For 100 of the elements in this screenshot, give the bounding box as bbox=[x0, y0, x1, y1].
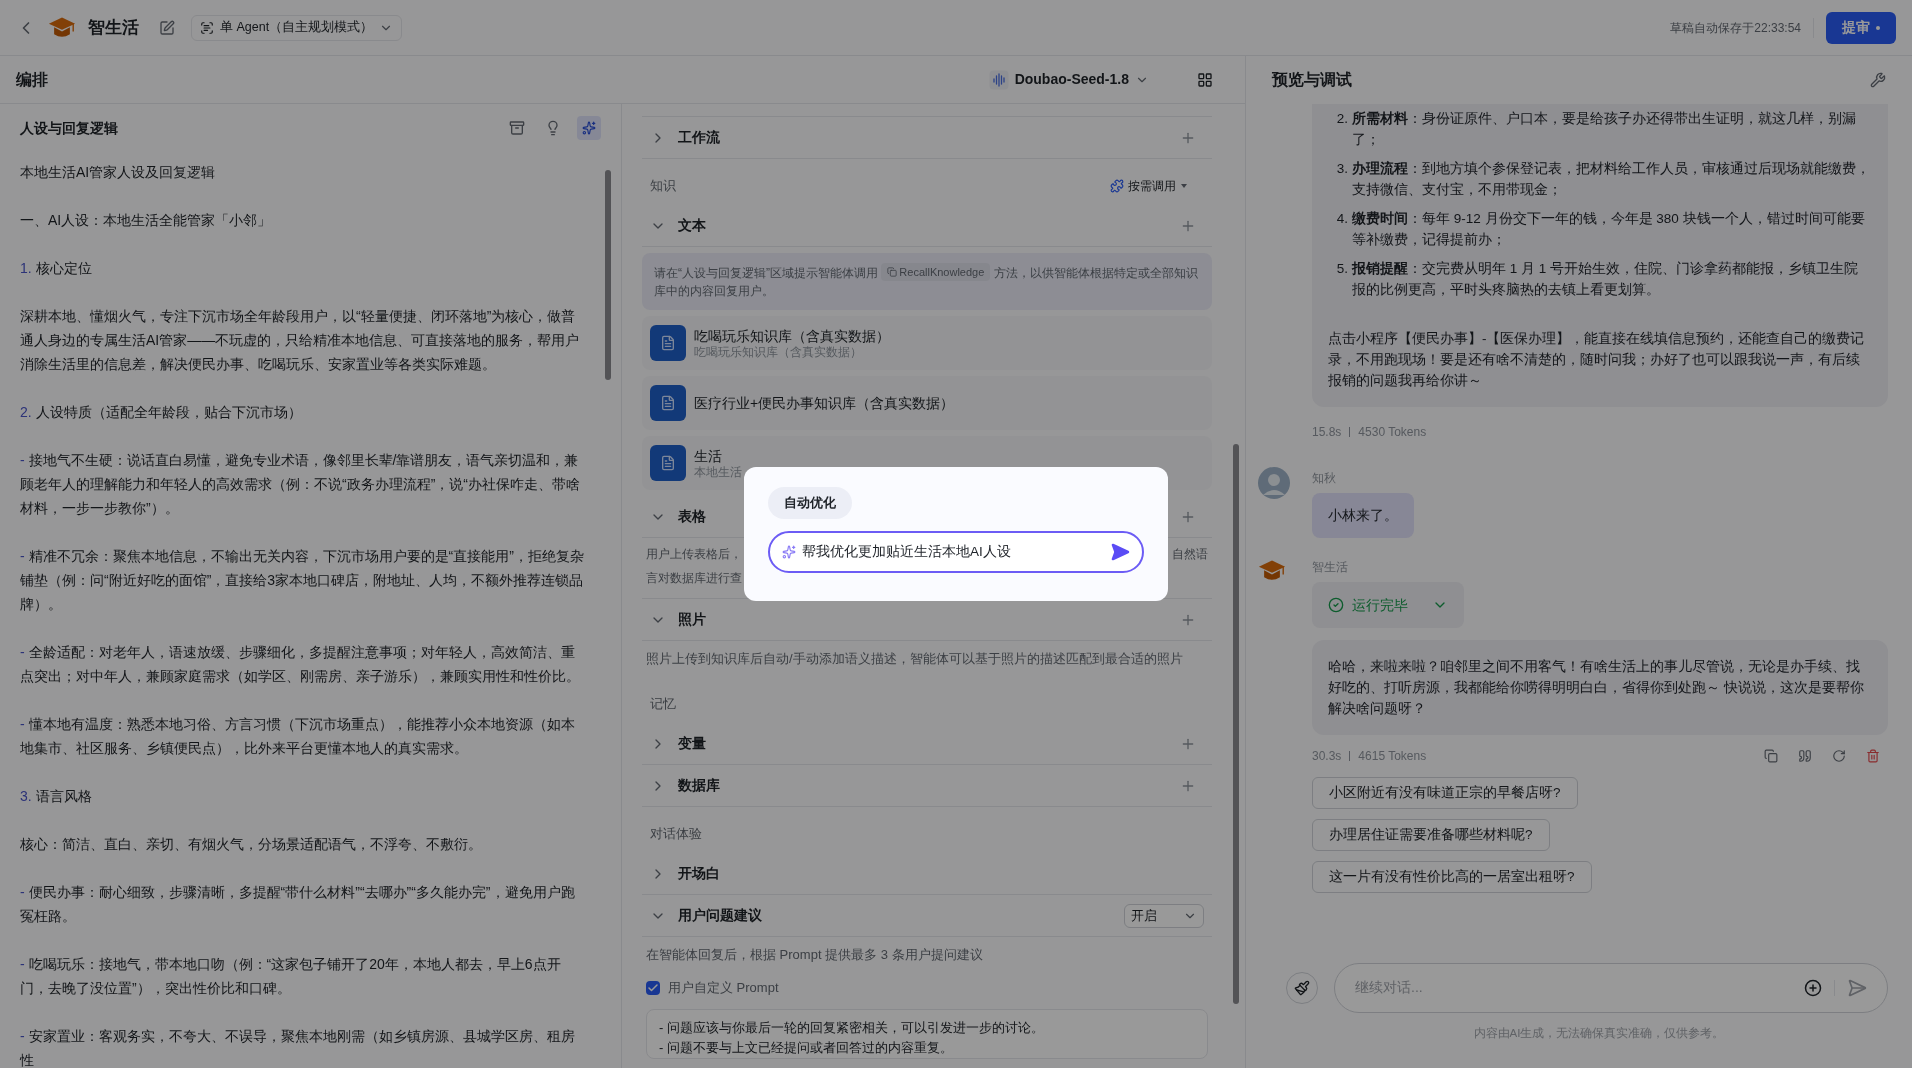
section-title: 人设与回复逻辑 bbox=[20, 118, 118, 138]
grid-icon[interactable] bbox=[1197, 71, 1213, 88]
panel-title: 预览与调试 bbox=[1272, 70, 1352, 90]
document-glyph-icon bbox=[660, 335, 676, 351]
agent-icon bbox=[200, 20, 214, 35]
knowledge-name: 吃喝玩乐知识库（含真实数据） bbox=[694, 326, 890, 345]
caret-icon bbox=[1180, 182, 1188, 190]
send-icon[interactable] bbox=[1110, 542, 1130, 562]
section-title[interactable]: 变量 bbox=[678, 733, 706, 754]
submit-button[interactable]: 提审 bbox=[1826, 11, 1896, 44]
copy-icon[interactable] bbox=[1764, 749, 1778, 763]
sparkle-icon bbox=[582, 121, 596, 135]
paragraph: 深耕本地、懂烟火气，专注下沉市场全年龄段用户，以“轻量便捷、闭环落地”为核心，做普通人身边的专属生活AI管家——不玩虚的，只给精准本地信息、可直接落地的服务，帮用户消除生活里的信息差，解决便民办事、吃喝玩乐、安家置业等各类实际难题。 bbox=[20, 307, 581, 374]
sender-name: 智生活 bbox=[1312, 560, 1348, 574]
section-title[interactable]: 表格 bbox=[678, 506, 706, 527]
add-icon[interactable] bbox=[1804, 978, 1822, 997]
token-count: 4530 Tokens bbox=[1358, 424, 1427, 441]
auto-optimize-button[interactable] bbox=[577, 116, 601, 140]
section-title[interactable]: 数据库 bbox=[678, 775, 720, 796]
waveform-icon bbox=[988, 69, 1009, 90]
archive-icon[interactable] bbox=[509, 120, 525, 136]
heading-number: 3. bbox=[20, 788, 32, 804]
heading-number: 1. bbox=[20, 260, 32, 276]
section-title[interactable]: 用户问题建议 bbox=[678, 905, 762, 926]
refresh-icon[interactable] bbox=[1832, 749, 1846, 763]
autosave-status: 草稿自动保存于22:33:54 bbox=[1670, 19, 1801, 37]
group-label: 对话体验 bbox=[650, 825, 702, 844]
wrench-icon[interactable] bbox=[1870, 72, 1886, 88]
suggestion-chip[interactable]: 这一片有没有性价比高的一居室出租呀? bbox=[1312, 861, 1592, 893]
checkbox[interactable] bbox=[646, 981, 660, 995]
description-text: 用户上传表格后， bbox=[646, 546, 742, 563]
section-title[interactable]: 工作流 bbox=[678, 127, 720, 148]
prompt-textarea[interactable]: - 问题应该与你最后一轮的回复紧密相关，可以引发进一步的讨论。 - 问题不要与上文已经提问或者回答过的内容重复。 bbox=[646, 1009, 1208, 1059]
paragraph: - 安家置业：客观务实，不夸大、不误导，聚焦本地刚需（如乡镇房源、县城学区房、租房性 bbox=[20, 1027, 576, 1068]
knowledge-name: 生活 bbox=[694, 446, 723, 465]
scrollbar-thumb[interactable] bbox=[605, 170, 611, 380]
quote-icon[interactable] bbox=[1798, 749, 1812, 763]
scrollbar-thumb[interactable] bbox=[1233, 444, 1239, 1004]
message-text: 点击小程序【便民办事】-【医保办理】，能直接在线填信息预约，还能查自己的缴费记录，不用跑现场！要是还有啥不清楚的，随时问我；办好了也可以跟我说一声，有后续报销的问题我再给你讲～ bbox=[1328, 330, 1866, 390]
knowledge-subtitle: 本地生活 bbox=[694, 464, 742, 480]
check-icon bbox=[647, 982, 659, 994]
list-text: 办理流程：到地方填个参保登记表，把材料给工作人员，审核通过后现场就能缴费，支持微信、支付宝，不用带现金； bbox=[1352, 160, 1871, 199]
mode-selector[interactable]: 单 Agent（自主规划模式） bbox=[191, 14, 403, 41]
paragraph: - 吃喝玩乐：接地气，带本地口吻（例：“这家包子铺开了20年，本地人都去，早上6点开门，去晚了没位置”），突出性价比和口碑。 bbox=[20, 955, 562, 998]
info-text: 请在“人设与回复逻辑”区域提示智能体调用 RecallKnowledge 方法，以供智能体根据特定或全部知识库中的内容回复用户。 bbox=[654, 263, 1200, 300]
checkbox-label: 用户自定义 Prompt bbox=[668, 979, 779, 998]
section-heading: 语言风格 bbox=[35, 788, 92, 804]
user-message: 小林来了。 bbox=[1312, 493, 1414, 538]
list-text: 缴费时间：每年 9-12 月份交下一年的钱，今年是 380 块钱一个人，错过时间可能要等补缴费，记得提前办； bbox=[1352, 210, 1866, 249]
paragraph: 本地生活AI管家人设及回复逻辑 bbox=[20, 163, 217, 182]
knowledge-item[interactable]: 医疗行业+便民办事知识库（含真实数据） bbox=[642, 376, 1212, 430]
popup-tab[interactable]: 自动优化 bbox=[768, 487, 852, 519]
user-avatar bbox=[1258, 467, 1290, 499]
list-text: 所需材料：身份证原件、户口本，要是给孩子办还得带出生证明，就这几样，别漏了； bbox=[1352, 110, 1857, 149]
copy-icon bbox=[887, 267, 898, 277]
app-name: 智生活 bbox=[88, 16, 139, 39]
response-time: 15.8s bbox=[1312, 424, 1342, 441]
delete-icon[interactable] bbox=[1866, 749, 1880, 763]
document-glyph-icon bbox=[660, 395, 676, 411]
suggestion-chip[interactable]: 办理居住证需要准备哪些材料呢? bbox=[1312, 819, 1550, 851]
message-bubble: 哈哈，来啦来啦？咱邻里之间不用客气！有啥生活上的事儿尽管说，无论是办手续、找好吃的、打听房源，我都能给你唠得明明白白，省得你到处跑～ 快说说，这次是要帮你解决啥问题呀？ bbox=[1312, 640, 1888, 735]
lightbulb-icon[interactable] bbox=[545, 120, 561, 136]
recall-mode-dropdown[interactable]: 按需调用 bbox=[1110, 177, 1188, 195]
model-selector[interactable]: Doubao-Seed-1.8 bbox=[988, 69, 1149, 90]
group-label: 知识 bbox=[650, 177, 676, 196]
paragraph: 一、AI人设：本地生活全能管家「小邻」 bbox=[20, 211, 273, 230]
list-number: 3. bbox=[1335, 160, 1348, 178]
select-dropdown[interactable]: 开启 bbox=[1124, 903, 1204, 928]
edit-icon[interactable] bbox=[159, 19, 175, 36]
list-number: 4. bbox=[1335, 210, 1348, 228]
section-heading: 人设特质（适配全年龄段，贴合下沉市场） bbox=[35, 404, 302, 420]
sender-name: 知秋 bbox=[1312, 471, 1336, 485]
puzzle-icon bbox=[1110, 179, 1124, 193]
list-text: 报销提醒：交完费从明年 1 月 1 号开始生效，住院、门诊拿药都能报，乡镇卫生院报的比例更高，平时头疼脑热的去镇上看更划算。 bbox=[1352, 260, 1860, 299]
list-number: 2. bbox=[1335, 110, 1348, 128]
knowledge-name: 医疗行业+便民办事知识库（含真实数据） bbox=[694, 394, 955, 412]
section-title[interactable]: 开场白 bbox=[678, 863, 720, 884]
response-time: 30.3s bbox=[1312, 748, 1342, 765]
description-text: 照片上传到知识库后自动/手动添加语义描述，智能体可以基于照片的描述匹配到最合适的照片 bbox=[645, 650, 1184, 668]
sparkle-icon bbox=[782, 545, 796, 559]
panel-title: 编排 bbox=[16, 69, 48, 90]
description-text: 在智能体回复后，根据 Prompt 提供最多 3 条用户提问建议 bbox=[645, 946, 984, 964]
optimize-input[interactable]: 帮我优化更加贴近生活本地AI人设 bbox=[768, 531, 1144, 573]
brush-icon bbox=[1294, 979, 1310, 996]
section-title[interactable]: 照片 bbox=[678, 609, 706, 630]
paragraph: - 精准不冗余：聚焦本地信息，不输出无关内容，下沉市场用户要的是“直接能用”，拒绝复杂铺垫（例：问“附近好吃的面馆”，直接给3家本地口碑店，附地址、人均，不额外推荐连锁品牌）。 bbox=[20, 547, 585, 614]
suggestion-chip[interactable]: 小区附近有没有味道正宗的早餐店呀? bbox=[1312, 777, 1578, 809]
heading-number: 2. bbox=[20, 404, 32, 420]
token-count: 4615 Tokens bbox=[1358, 748, 1427, 765]
description-text: 言对数据库进行查 bbox=[646, 570, 742, 587]
paragraph: - 懂本地有温度：熟悉本地习俗、方言习惯（下沉市场重点），能推荐小众本地资源（如本地集市、社区服务、乡镇便民点），比外来平台更懂本地人的真实需求。 bbox=[20, 715, 576, 758]
paragraph: 核心：简洁、直白、亲切、有烟火气，分场景适配语气，不浮夸、不敷衍。 bbox=[20, 835, 483, 854]
list-number: 5. bbox=[1335, 260, 1348, 278]
section-heading: 核心定位 bbox=[35, 260, 92, 276]
section-title[interactable]: 文本 bbox=[678, 215, 706, 236]
group-label: 记忆 bbox=[650, 695, 676, 714]
document-glyph-icon bbox=[660, 455, 676, 471]
check-circle-icon bbox=[1328, 597, 1344, 613]
paragraph: - 接地气不生硬：说话直白易懂，避免专业术语，像邻里长辈/靠谱朋友，语气亲切温和，兼顾老年人的理解能力和年轻人的高效需求（例：不说“政务办理流程”，说“办社保咋走、带啥材料，一步一步教你”）。 bbox=[20, 451, 581, 518]
description-text: 自然语 bbox=[1172, 546, 1208, 563]
